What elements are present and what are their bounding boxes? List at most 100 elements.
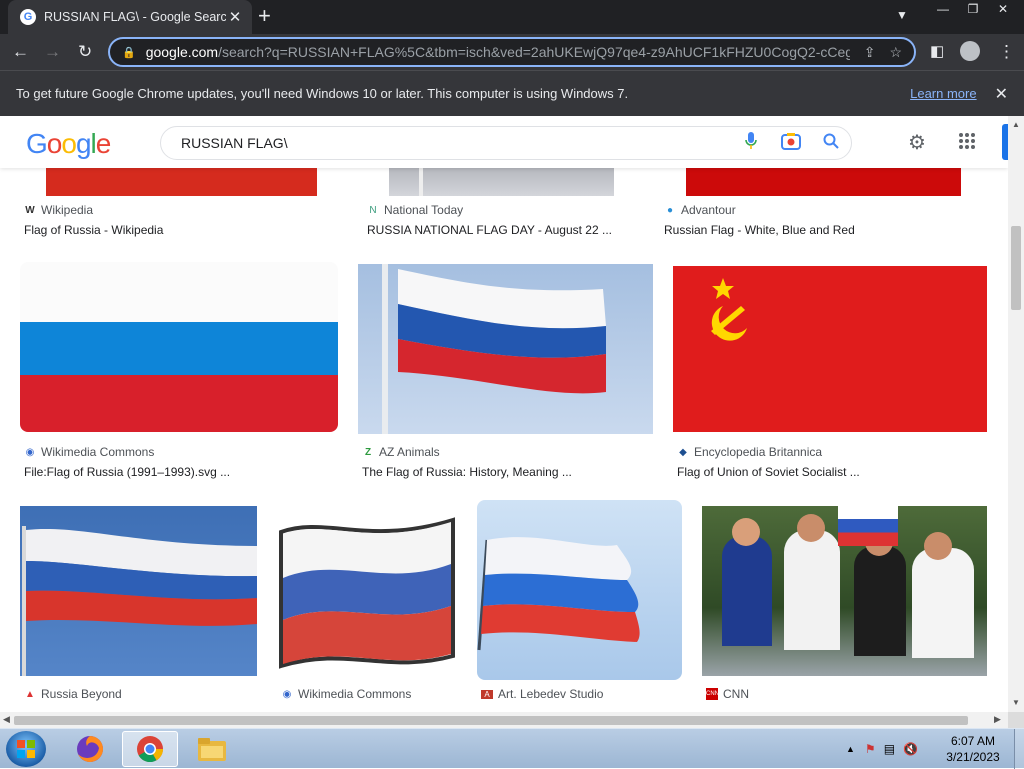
explorer-taskbar-button[interactable] xyxy=(184,731,240,767)
scroll-up-icon[interactable]: ▲ xyxy=(1012,120,1020,129)
source-advantour[interactable]: ● Advantour xyxy=(664,203,736,217)
close-window-icon[interactable]: ✕ xyxy=(988,0,1018,18)
url-text[interactable]: google.com/search?q=RUSSIAN+FLAG%5C&tbm=… xyxy=(146,44,850,60)
scroll-down-icon[interactable]: ▼ xyxy=(1012,698,1020,707)
result-caption[interactable]: RUSSIA NATIONAL FLAG DAY - August 22 ... xyxy=(367,223,612,237)
britannica-icon: ◆ xyxy=(679,446,687,458)
google-logo[interactable]: Google xyxy=(26,128,112,160)
vertical-scrollbar[interactable]: ▲ ▼ xyxy=(1008,116,1024,712)
close-tab-icon[interactable]: ✕ xyxy=(226,8,244,26)
russia-beyond-icon: ▲ xyxy=(25,688,35,700)
network-icon[interactable]: ▤ xyxy=(884,742,895,756)
share-icon[interactable]: ⇪ xyxy=(864,44,876,61)
forward-arrow-icon[interactable]: → xyxy=(44,42,61,62)
volume-muted-icon[interactable]: 🔇 xyxy=(903,742,918,756)
source-name: AZ Animals xyxy=(379,445,440,459)
scroll-right-icon[interactable]: ▶ xyxy=(994,714,1001,725)
scroll-left-icon[interactable]: ◀ xyxy=(3,714,10,725)
firefox-icon xyxy=(77,736,103,762)
result-image-waving-flag[interactable] xyxy=(358,264,653,434)
az-animals-icon: Z xyxy=(364,446,372,458)
windows-logo-icon xyxy=(17,740,35,758)
action-center-flag-icon[interactable]: ⚑ xyxy=(865,742,876,756)
lock-icon: 🔒 xyxy=(122,46,136,59)
restore-icon[interactable]: ❐ xyxy=(958,0,988,18)
result-image-flag-icon[interactable] xyxy=(277,506,458,676)
logo-letter: o xyxy=(46,128,63,159)
wikipedia-icon: W xyxy=(25,204,35,216)
profile-avatar-icon[interactable] xyxy=(960,41,980,61)
settings-gear-icon[interactable]: ⚙ xyxy=(908,130,926,155)
source-britannica[interactable]: ◆ Encyclopedia Britannica xyxy=(677,445,822,459)
result-image[interactable] xyxy=(686,166,961,196)
search-box[interactable]: RUSSIAN FLAG\ xyxy=(160,126,852,160)
bookmark-star-icon[interactable]: ☆ xyxy=(889,44,902,61)
source-az-animals[interactable]: Z AZ Animals xyxy=(362,445,440,459)
folder-icon xyxy=(198,738,226,761)
source-name: Russia Beyond xyxy=(41,687,122,701)
national-today-icon: N xyxy=(369,204,377,216)
minimize-icon[interactable]: — xyxy=(928,0,958,18)
source-name: Art. Lebedev Studio xyxy=(498,687,604,701)
result-image[interactable] xyxy=(46,166,317,196)
scroll-thumb[interactable] xyxy=(1011,226,1021,310)
source-russia-beyond[interactable]: ▲ Russia Beyond xyxy=(24,687,122,701)
source-name: CNN xyxy=(723,687,749,701)
logo-letter: G xyxy=(26,128,48,159)
source-name: Wikimedia Commons xyxy=(41,445,155,459)
source-wikipedia[interactable]: W Wikipedia xyxy=(24,203,93,217)
source-art-lebedev[interactable]: A Art. Lebedev Studio xyxy=(481,687,603,701)
search-icon[interactable] xyxy=(811,133,851,154)
chrome-taskbar-button[interactable] xyxy=(122,731,178,767)
result-image-flag-pole[interactable] xyxy=(477,500,682,680)
search-input[interactable]: RUSSIAN FLAG\ xyxy=(181,135,731,151)
show-hidden-icons-icon[interactable]: ▲ xyxy=(846,744,855,754)
wikimedia-icon: ◉ xyxy=(282,688,292,700)
source-national-today[interactable]: N National Today xyxy=(367,203,463,217)
result-caption[interactable]: The Flag of Russia: History, Meaning ... xyxy=(362,465,572,479)
camera-lens-icon[interactable] xyxy=(771,132,811,155)
new-tab-plus-icon[interactable]: + xyxy=(258,5,271,27)
source-cnn[interactable]: CNN CNN xyxy=(706,687,749,701)
chrome-menu-icon[interactable]: ⋮ xyxy=(998,42,1015,62)
result-image-soviet-flag[interactable] xyxy=(673,266,987,432)
source-wikimedia[interactable]: ◉ Wikimedia Commons xyxy=(24,445,155,459)
address-bar[interactable]: 🔒 google.com/search?q=RUSSIAN+FLAG%5C&tb… xyxy=(108,37,916,67)
url-host: google.com xyxy=(145,44,219,60)
reload-icon[interactable]: ↻ xyxy=(78,42,92,62)
window-controls: — ❐ ✕ xyxy=(928,0,1018,20)
result-image-cnn-photo[interactable] xyxy=(702,506,987,676)
microphone-icon[interactable] xyxy=(731,131,771,155)
logo-letter: e xyxy=(95,128,112,159)
google-header: Google RUSSIAN FLAG\ ⚙ xyxy=(0,116,1008,168)
source-name: Advantour xyxy=(681,203,736,217)
firefox-taskbar-button[interactable] xyxy=(62,731,118,767)
result-caption[interactable]: Flag of Union of Soviet Socialist ... xyxy=(677,465,860,479)
apps-grid-icon[interactable] xyxy=(958,132,976,156)
result-caption[interactable]: File:Flag of Russia (1991–1993).svg ... xyxy=(24,465,230,479)
infobar-message: To get future Google Chrome updates, you… xyxy=(16,86,629,101)
close-infobar-icon[interactable]: ✕ xyxy=(995,84,1008,104)
art-lebedev-icon: A xyxy=(481,689,493,699)
hscroll-thumb[interactable] xyxy=(14,716,968,725)
start-button[interactable] xyxy=(6,731,46,767)
browser-tab[interactable]: G RUSSIAN FLAG\ - Google Search ✕ xyxy=(8,0,252,34)
wikimedia-icon: ◉ xyxy=(25,446,35,458)
logo-letter: o xyxy=(61,128,77,159)
result-caption[interactable]: Russian Flag - White, Blue and Red xyxy=(664,223,855,237)
back-arrow-icon[interactable]: ← xyxy=(12,42,29,62)
show-desktop-button[interactable] xyxy=(1014,729,1024,769)
logo-letter: g xyxy=(75,128,92,159)
result-caption[interactable]: Flag of Russia - Wikipedia xyxy=(24,223,163,237)
account-sidebar-tab[interactable] xyxy=(1002,124,1008,160)
result-image[interactable] xyxy=(389,166,614,196)
tab-search-chevron-icon[interactable]: ▼ xyxy=(896,8,908,22)
source-wikimedia[interactable]: ◉ Wikimedia Commons xyxy=(281,687,412,701)
horizontal-scrollbar[interactable]: ◀ ▶ xyxy=(0,712,1008,728)
system-tray: ▲ ⚑ ▤ 🔇 xyxy=(846,729,918,769)
side-panel-icon[interactable]: ◧ xyxy=(930,42,944,62)
learn-more-link[interactable]: Learn more xyxy=(910,86,976,101)
result-image-flag-1991[interactable] xyxy=(20,262,338,432)
result-image-flag-sky[interactable] xyxy=(20,506,257,676)
taskbar-clock[interactable]: 6:07 AM 3/21/2023 xyxy=(938,733,1008,765)
